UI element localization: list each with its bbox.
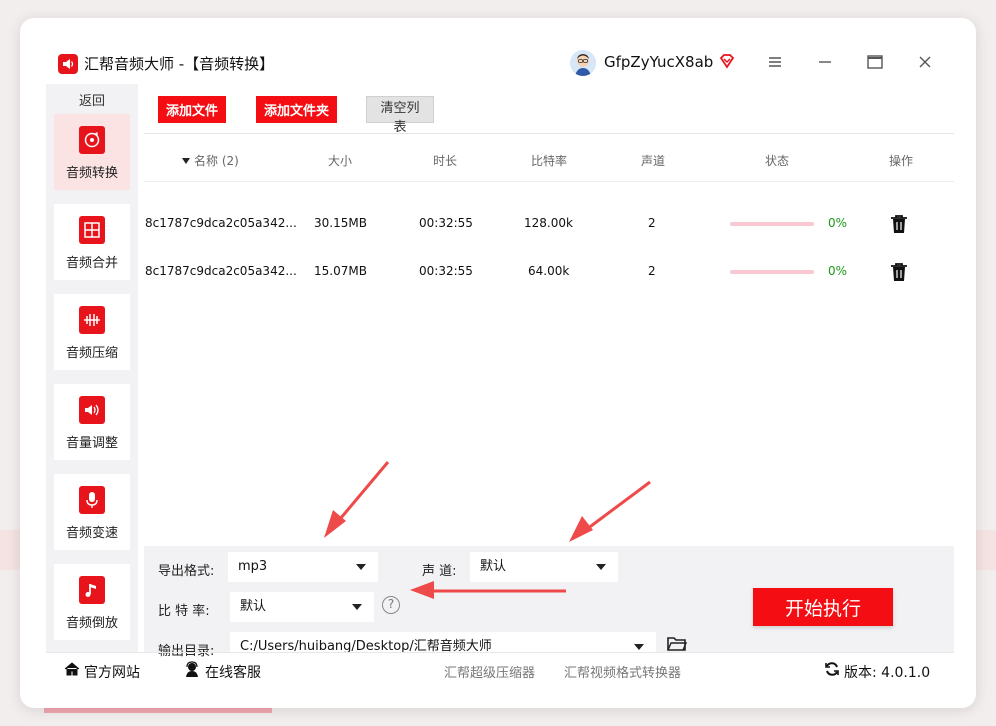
arrow-to-channel bbox=[569, 480, 651, 542]
arrow-to-format bbox=[324, 461, 390, 538]
annotation-arrows bbox=[324, 461, 651, 599]
arrow-to-help bbox=[410, 581, 566, 599]
